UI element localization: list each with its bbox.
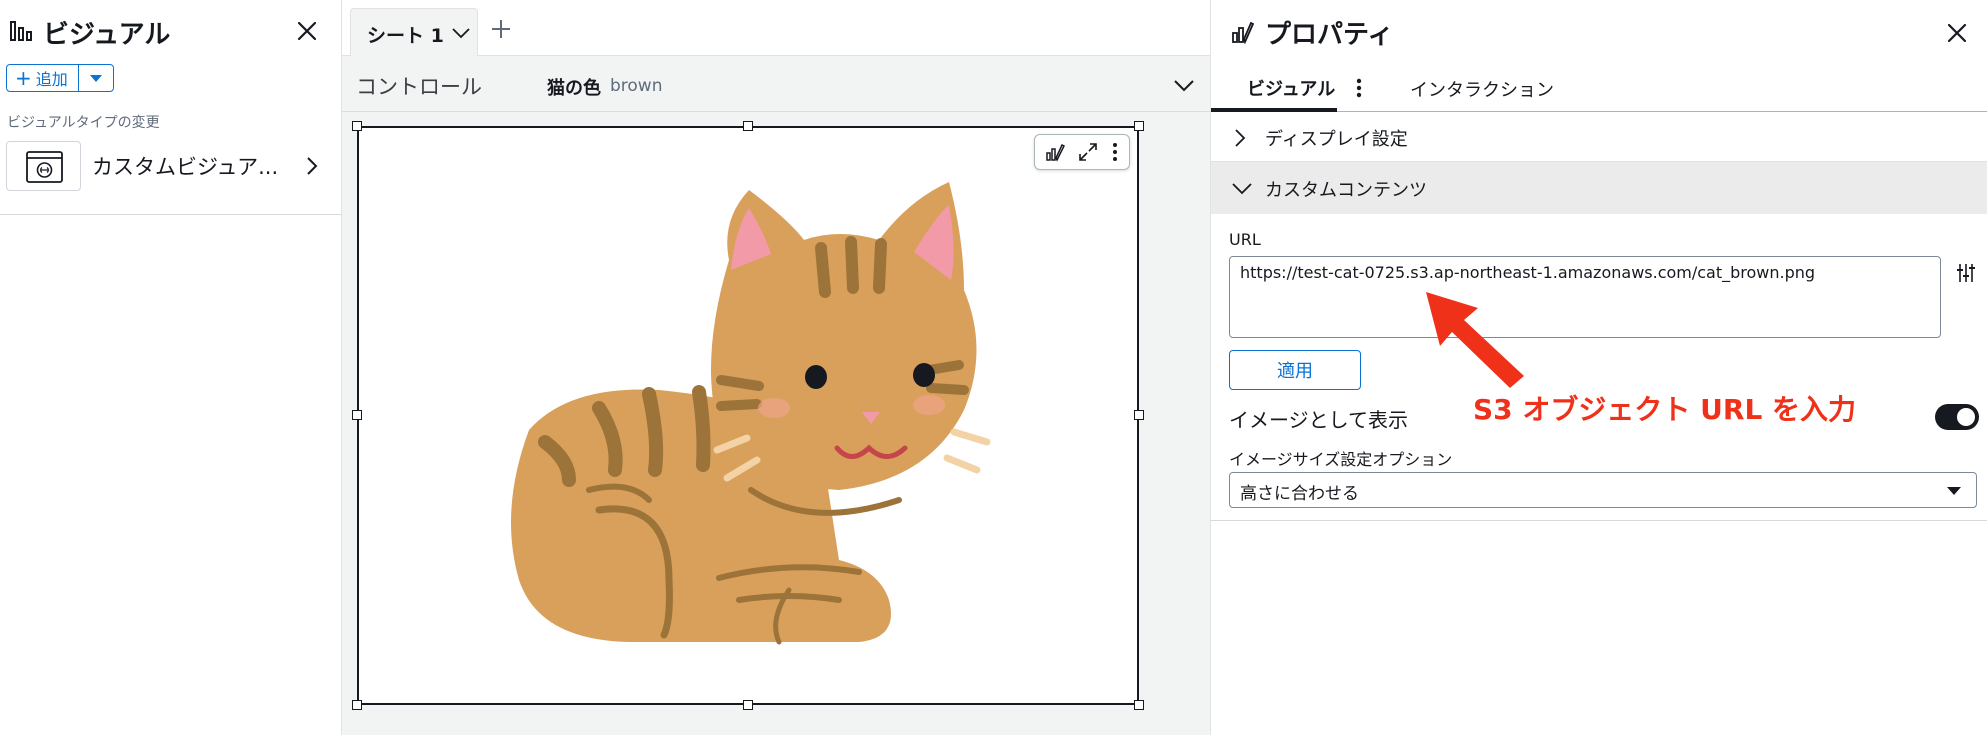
chevron-down-icon[interactable]: [1172, 74, 1196, 96]
chevron-down-icon: [1232, 183, 1252, 195]
resize-handle[interactable]: [1134, 410, 1144, 420]
resize-handle[interactable]: [1134, 700, 1144, 710]
show-as-image-toggle[interactable]: [1935, 404, 1979, 430]
more-icon[interactable]: [1110, 141, 1120, 163]
toggle-knob: [1957, 408, 1975, 426]
section-display-settings[interactable]: ディスプレイ設定: [1211, 112, 1987, 162]
add-visual-main[interactable]: + 追加: [7, 65, 79, 91]
chevron-down-icon[interactable]: [451, 25, 471, 41]
sheet-tab-label: シート 1: [367, 25, 444, 47]
add-sheet-icon[interactable]: [490, 18, 512, 40]
properties-tabs: ビジュアル インタラクション: [1211, 66, 1987, 112]
image-size-select[interactable]: 高さに合わせる: [1229, 472, 1977, 508]
cat-image: [511, 182, 991, 645]
custom-visual-thumbnail: [6, 141, 81, 191]
visuals-panel: ビジュアル + 追加 ビジュアルタイプの変更 カスタムビジュア...: [0, 0, 342, 735]
properties-panel-title: プロパティ: [1265, 20, 1394, 50]
url-input[interactable]: https://test-cat-0725.s3.ap-northeast-1.…: [1229, 256, 1941, 338]
add-visual-button[interactable]: + 追加: [6, 64, 114, 92]
filter-control-value[interactable]: brown: [610, 76, 663, 96]
caret-down-icon: [1947, 487, 1961, 495]
sliders-icon[interactable]: [1955, 262, 1977, 284]
resize-handle[interactable]: [352, 121, 362, 131]
sheet-tabs-bar: シート 1: [342, 0, 1210, 56]
url-label: URL: [1229, 230, 1261, 249]
resize-handle[interactable]: [1134, 121, 1144, 131]
custom-visual-icon: [26, 151, 63, 183]
apply-button[interactable]: 適用: [1229, 350, 1361, 390]
chevron-right-icon: [307, 157, 318, 175]
add-visual-dropdown[interactable]: [79, 65, 113, 91]
plus-icon: +: [15, 66, 32, 90]
expand-icon[interactable]: [1077, 141, 1099, 163]
image-size-label: イメージサイズ設定オプション: [1229, 450, 1453, 469]
divider: [0, 214, 342, 215]
visual-menu-toolbar: [1034, 134, 1130, 170]
section-display-label: ディスプレイ設定: [1265, 129, 1408, 150]
annotation-text: S3 オブジェクト URL を入力: [1473, 393, 1857, 426]
visual-type-caption: ビジュアルタイプの変更: [7, 115, 160, 131]
annotation-arrow-icon: [1426, 292, 1524, 388]
properties-panel: プロパティ ビジュアル インタラクション ディスプレイ設定 カスタムコンテンツ …: [1210, 0, 1987, 735]
divider: [1211, 520, 1987, 521]
tab-sheet-1[interactable]: シート 1: [350, 8, 478, 56]
add-visual-label: 追加: [35, 70, 68, 89]
more-icon[interactable]: [1354, 76, 1364, 100]
section-custom-label: カスタムコンテンツ: [1265, 180, 1427, 201]
controls-bar: コントロール 猫の色 brown: [342, 56, 1210, 112]
visual-type-selector[interactable]: カスタムビジュア...: [6, 141, 342, 191]
tab-visual[interactable]: ビジュアル: [1247, 75, 1335, 101]
controls-label: コントロール: [356, 75, 482, 99]
tab-interaction[interactable]: インタラクション: [1410, 76, 1554, 102]
image-size-value: 高さに合わせる: [1240, 484, 1359, 504]
resize-handle[interactable]: [352, 700, 362, 710]
chevron-right-icon: [1235, 129, 1246, 147]
format-icon[interactable]: [1044, 141, 1066, 163]
show-as-image-label: イメージとして表示: [1229, 408, 1408, 432]
resize-handle[interactable]: [352, 410, 362, 420]
visuals-panel-title: ビジュアル: [43, 20, 171, 50]
visual-type-label: カスタムビジュア...: [92, 155, 279, 179]
filter-control-name[interactable]: 猫の色: [547, 74, 601, 100]
section-custom-content[interactable]: カスタムコンテンツ: [1211, 162, 1987, 214]
visuals-panel-header: ビジュアル: [0, 0, 342, 60]
close-icon[interactable]: [1945, 21, 1969, 45]
resize-handle[interactable]: [743, 700, 753, 710]
resize-handle[interactable]: [743, 121, 753, 131]
bar-chart-icon: [10, 21, 32, 41]
caret-down-icon: [89, 74, 102, 82]
format-icon: [1232, 21, 1255, 44]
close-icon[interactable]: [294, 18, 320, 44]
